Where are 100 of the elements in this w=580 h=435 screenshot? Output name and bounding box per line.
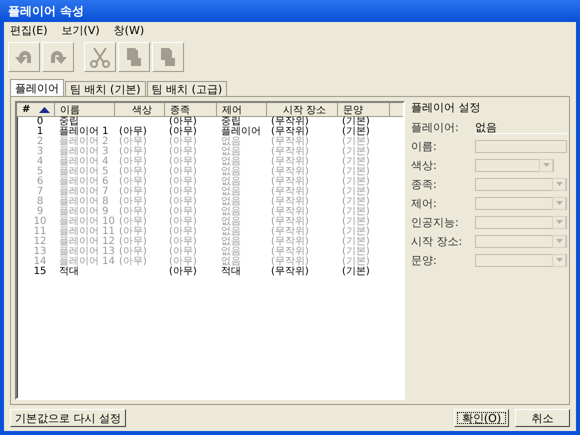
table-cell: 10	[34, 216, 46, 227]
field-label: 플레이어:	[411, 120, 460, 134]
table-cell: (아무)	[119, 256, 147, 267]
table-cell: 중립	[59, 116, 79, 127]
group-title: 플레이어 설정	[411, 100, 482, 115]
table-cell: (아무)	[169, 196, 197, 207]
table-cell: (기본)	[342, 166, 370, 177]
table-cell: 없음	[221, 196, 241, 207]
table-cell: (무작위)	[271, 126, 309, 137]
table-cell: 없음	[221, 156, 241, 167]
table-cell: (무작위)	[271, 266, 309, 277]
table-cell: (아무)	[169, 146, 197, 157]
dropdown-arrow-icon	[556, 201, 562, 205]
table-cell: (무작위)	[271, 226, 309, 237]
table-cell: (무작위)	[271, 186, 309, 197]
table-cell: (무작위)	[271, 196, 309, 207]
table-cell: 없음	[221, 246, 241, 257]
table-cell: 없음	[221, 216, 241, 227]
table-cell: (아무)	[119, 176, 147, 187]
pages-icon	[158, 46, 178, 68]
field-label: 종족:	[411, 176, 438, 192]
table-cell: 플레이어 7	[59, 186, 109, 197]
table-cell: 플레이어 1	[59, 126, 109, 137]
table-cell: 15	[34, 266, 46, 277]
column-header[interactable]: 종족	[165, 103, 217, 116]
field-label: 색상:	[411, 158, 438, 172]
name-field[interactable]	[475, 140, 567, 152]
table-cell: 없음	[221, 146, 241, 157]
table-cell: 플레이어 9	[59, 206, 109, 217]
table-cell: (기본)	[342, 126, 370, 137]
dropdown[interactable]	[475, 158, 554, 172]
reset-defaults-button[interactable]: 기본값으로 다시 설정	[10, 409, 126, 427]
table-cell: (무작위)	[271, 136, 309, 147]
table-cell: 플레이어 5	[59, 166, 109, 177]
table-cell: (아무)	[169, 206, 197, 217]
ok-button[interactable]: 확인(O)	[454, 409, 509, 427]
dropdown[interactable]	[475, 234, 567, 248]
table-cell: (아무)	[169, 256, 197, 267]
table-cell: (아무)	[119, 146, 147, 157]
table-cell: 0	[36, 116, 44, 127]
column-header[interactable]: 색상	[115, 103, 165, 116]
dropdown[interactable]	[475, 178, 567, 190]
table-cell: (무작위)	[271, 246, 309, 257]
table-cell: 중립	[221, 116, 241, 127]
scissors-icon	[89, 46, 111, 68]
table-cell: (기본)	[342, 226, 370, 237]
table-cell: (아무)	[119, 126, 147, 137]
column-header[interactable]: 시작 장소	[267, 103, 338, 116]
column-header[interactable]: 이름	[55, 103, 115, 116]
table-cell: 8	[36, 196, 44, 207]
table-cell: 12	[34, 236, 46, 247]
table-cell: 9	[36, 206, 44, 217]
table-cell: 플레이어 14	[59, 256, 115, 267]
table-cell: 3	[36, 146, 44, 157]
field-label: 제어:	[411, 196, 438, 210]
menu-item[interactable]: 창(W)	[114, 23, 144, 38]
menu-item[interactable]: 편집(E)	[10, 23, 48, 38]
table-cell: (무작위)	[271, 156, 309, 167]
table-cell: (아무)	[119, 136, 147, 147]
table-cell: (아무)	[169, 236, 197, 247]
table-cell: (무작위)	[271, 176, 309, 187]
table-cell: 플레이어 8	[59, 196, 109, 207]
table-cell: 없음	[221, 256, 241, 267]
table-cell: 플레이어 2	[59, 136, 109, 147]
table-cell: 적대	[59, 266, 79, 277]
table-cell: (무작위)	[271, 166, 309, 177]
table-cell: (아무)	[169, 126, 197, 137]
table-cell: (아무)	[119, 206, 147, 217]
dropdown-arrow-icon	[542, 163, 550, 167]
table-cell: (기본)	[342, 266, 370, 277]
table-cell: (기본)	[342, 186, 370, 197]
column-header[interactable]: 제어	[217, 103, 267, 116]
table-cell: 없음	[221, 186, 241, 197]
table-cell: (기본)	[342, 156, 370, 167]
table-cell: (기본)	[342, 236, 370, 247]
table-cell: 5	[36, 166, 44, 177]
tab[interactable]: 팀 배치 (기본)	[65, 81, 146, 96]
table-cell: 14	[34, 256, 46, 267]
field-label: 시작 장소:	[411, 234, 464, 248]
table-cell: (아무)	[119, 156, 147, 167]
tab[interactable]: 팀 배치 (고급)	[146, 81, 228, 96]
column-header[interactable]: 문양	[338, 103, 390, 116]
table-cell: (아무)	[169, 216, 197, 227]
tab[interactable]: 플레이어	[10, 79, 64, 96]
table-cell: (무작위)	[271, 206, 309, 217]
menu-item[interactable]: 보기(V)	[62, 23, 100, 38]
table-cell: (기본)	[342, 146, 370, 157]
cancel-button[interactable]: 취소	[515, 409, 570, 427]
table-cell: (기본)	[342, 246, 370, 257]
table-cell: (아무)	[169, 246, 197, 257]
window-title: 플레이어 속성	[8, 2, 84, 20]
table-cell: 플레이어	[221, 126, 261, 137]
dropdown[interactable]	[475, 196, 567, 210]
table-cell: 플레이어 13	[59, 246, 115, 257]
column-header[interactable]: #	[17, 103, 55, 116]
table-cell: (기본)	[342, 176, 370, 187]
table-cell: (무작위)	[271, 116, 309, 127]
dropdown[interactable]	[475, 216, 567, 228]
table-cell: (아무)	[119, 196, 147, 207]
dropdown[interactable]	[475, 254, 567, 266]
